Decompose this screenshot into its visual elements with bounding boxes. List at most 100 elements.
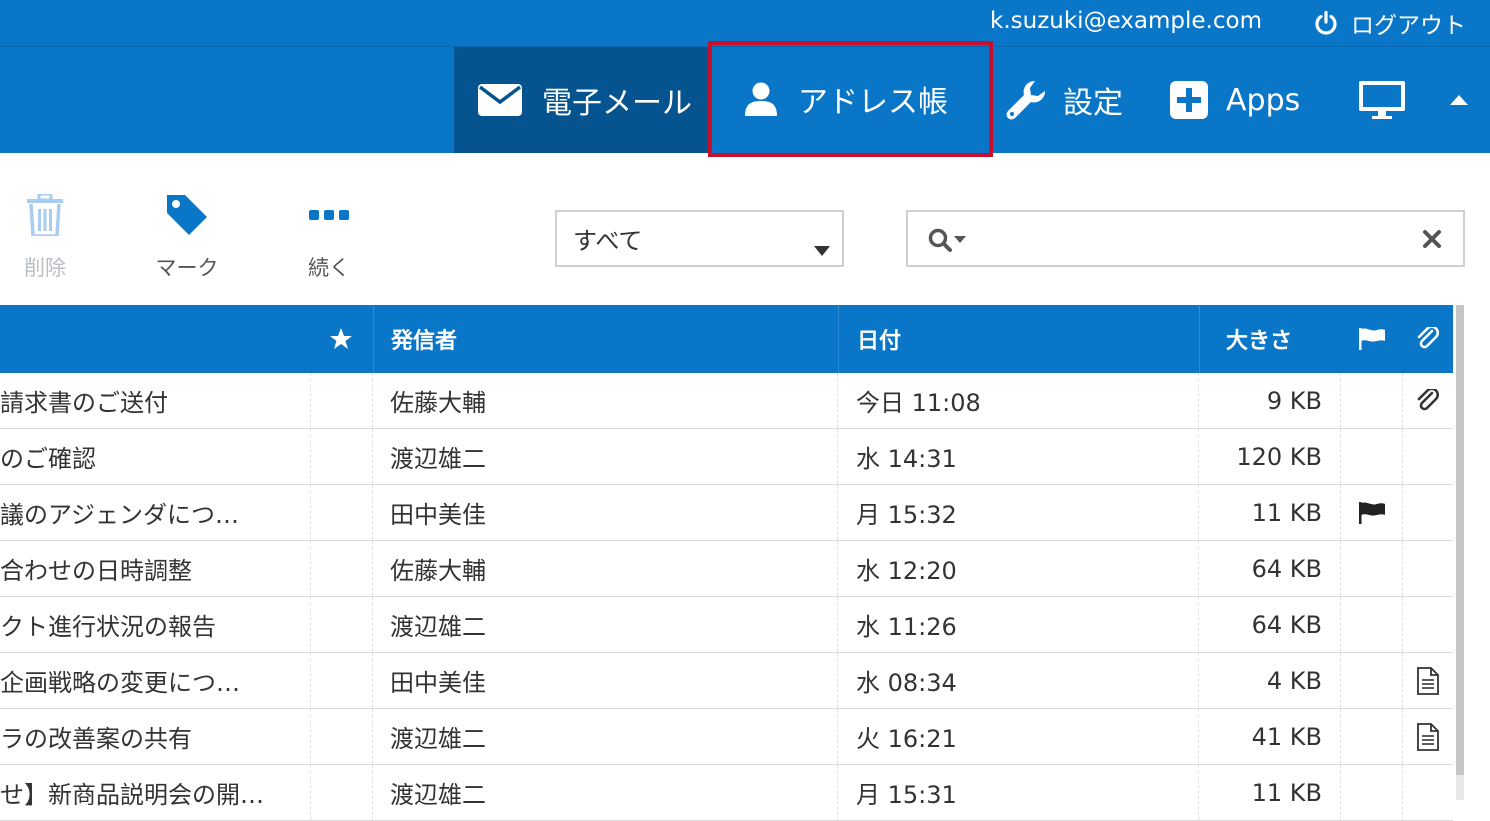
envelope-icon: [478, 84, 522, 116]
flag-icon: [1359, 328, 1385, 350]
message-flag-cell[interactable]: [1341, 653, 1403, 708]
column-attachment[interactable]: [1403, 305, 1453, 373]
message-size: 11 KB: [1199, 765, 1341, 820]
message-date: 火 16:21: [838, 709, 1199, 764]
logout-button[interactable]: ログアウト: [1313, 6, 1466, 40]
document-icon: [1417, 722, 1439, 751]
message-size: 64 KB: [1199, 541, 1341, 596]
message-subject: 請求書のご送付: [0, 389, 168, 417]
nav-mail[interactable]: 電子メール: [454, 47, 711, 153]
message-from: 渡辺雄二: [373, 597, 838, 652]
delete-button[interactable]: 削除: [0, 190, 105, 282]
message-row[interactable]: 請求書のご送付 佐藤大輔 今日 11:08 9 KB: [0, 373, 1453, 429]
document-icon: [1417, 666, 1439, 695]
wrench-icon: [1005, 79, 1047, 121]
nav-addressbook[interactable]: アドレス帳: [708, 41, 993, 157]
message-date: 水 11:26: [838, 597, 1199, 652]
logout-label: ログアウト: [1351, 13, 1466, 39]
nav-apps-label: Apps: [1226, 82, 1301, 118]
nav-apps[interactable]: Apps: [1170, 47, 1300, 153]
message-flag-cell[interactable]: [1341, 541, 1403, 596]
nav-settings[interactable]: 設定: [1005, 47, 1123, 153]
message-flag-cell[interactable]: [1341, 373, 1403, 428]
message-star-cell[interactable]: [310, 485, 373, 540]
message-size: 4 KB: [1199, 653, 1341, 708]
message-date: 月 15:31: [838, 765, 1199, 820]
message-subject: 議のアジェンダにつ…: [0, 501, 240, 529]
more-button[interactable]: 続く: [269, 190, 389, 282]
message-from: 佐藤大輔: [373, 373, 838, 428]
message-date: 水 08:34: [838, 653, 1199, 708]
message-attachment-cell: [1403, 765, 1453, 820]
filter-selected-value: すべて: [573, 227, 643, 255]
message-star-cell[interactable]: [310, 597, 373, 652]
message-subject: 合わせの日時調整: [0, 557, 192, 585]
search-options-icon[interactable]: [928, 228, 968, 254]
scrollbar[interactable]: [1456, 305, 1464, 800]
message-subject: ラの改善案の共有: [0, 725, 192, 753]
message-list: 請求書のご送付 佐藤大輔 今日 11:08 9 KB のご確認 渡辺雄二水 14:31 12…: [0, 373, 1453, 821]
message-from: 佐藤大輔: [373, 541, 838, 596]
column-size[interactable]: 大きさ: [1199, 305, 1341, 373]
message-flag-cell[interactable]: [1341, 765, 1403, 820]
message-subject: クト進行状況の報告: [0, 613, 216, 641]
filter-select[interactable]: すべて: [555, 210, 844, 267]
message-size: 120 KB: [1199, 429, 1341, 484]
nav-addressbook-label: アドレス帳: [798, 85, 948, 120]
top-bar: k.suzuki@example.com ログアウト: [0, 0, 1490, 47]
message-row[interactable]: 合わせの日時調整 佐藤大輔水 12:20 64 KB: [0, 541, 1453, 597]
message-row[interactable]: のご確認 渡辺雄二水 14:31 120 KB: [0, 429, 1453, 485]
ellipsis-icon: [309, 190, 349, 240]
delete-label: 削除: [24, 256, 66, 280]
tag-icon: [165, 190, 209, 240]
monitor-icon: [1358, 80, 1406, 120]
message-from: 渡辺雄二: [373, 709, 838, 764]
user-icon: [744, 82, 778, 116]
message-star-cell[interactable]: [310, 765, 373, 820]
message-subject: 企画戦略の変更につ…: [0, 669, 240, 697]
message-date: 水 14:31: [838, 429, 1199, 484]
message-size: 41 KB: [1199, 709, 1341, 764]
caret-up-icon: [1450, 94, 1468, 106]
search-box: [906, 210, 1465, 267]
message-star-cell[interactable]: [310, 429, 373, 484]
column-from[interactable]: 発信者: [373, 305, 837, 373]
message-flag-cell[interactable]: [1341, 429, 1403, 484]
message-row[interactable]: 議のアジェンダにつ… 田中美佳月 15:32 11 KB: [0, 485, 1453, 541]
mark-label: マーク: [155, 256, 219, 280]
message-from: 渡辺雄二: [373, 765, 838, 820]
close-icon[interactable]: [1423, 230, 1441, 252]
scrollbar-thumb[interactable]: [1456, 305, 1464, 775]
message-list-header: 発信者 日付 大きさ: [0, 305, 1453, 373]
nav-desktop-button[interactable]: [1358, 47, 1406, 153]
message-flag-cell[interactable]: [1341, 485, 1403, 540]
nav-settings-label: 設定: [1063, 86, 1123, 121]
more-label: 続く: [308, 256, 350, 280]
message-row[interactable]: クト進行状況の報告 渡辺雄二水 11:26 64 KB: [0, 597, 1453, 653]
message-from: 田中美佳: [373, 653, 838, 708]
star-icon: [330, 328, 352, 349]
message-subject: のご確認: [0, 445, 96, 473]
column-flag[interactable]: [1341, 305, 1403, 373]
user-email: k.suzuki@example.com: [990, 8, 1262, 34]
column-flagged-star[interactable]: [310, 305, 372, 373]
message-star-cell[interactable]: [310, 541, 373, 596]
message-date: 月 15:32: [838, 485, 1199, 540]
message-flag-cell[interactable]: [1341, 597, 1403, 652]
message-flag-cell[interactable]: [1341, 709, 1403, 764]
search-input[interactable]: [982, 220, 1406, 260]
message-row[interactable]: せ】新商品説明会の開… 渡辺雄二月 15:31 11 KB: [0, 765, 1453, 821]
message-row[interactable]: ラの改善案の共有 渡辺雄二火 16:21 41 KB: [0, 709, 1453, 765]
main-nav: 電子メール アドレス帳 設定 Apps: [0, 41, 1490, 157]
message-star-cell[interactable]: [310, 373, 373, 428]
message-star-cell[interactable]: [310, 709, 373, 764]
nav-mail-label: 電子メール: [542, 86, 692, 121]
message-attachment-cell: [1403, 485, 1453, 540]
message-row[interactable]: 企画戦略の変更につ… 田中美佳水 08:34 4 KB: [0, 653, 1453, 709]
message-size: 9 KB: [1199, 373, 1341, 428]
message-subject: せ】新商品説明会の開…: [0, 781, 264, 809]
nav-collapse-button[interactable]: [1450, 47, 1468, 153]
column-date[interactable]: 日付: [838, 305, 1198, 373]
message-star-cell[interactable]: [310, 653, 373, 708]
mark-button[interactable]: マーク: [127, 190, 247, 282]
